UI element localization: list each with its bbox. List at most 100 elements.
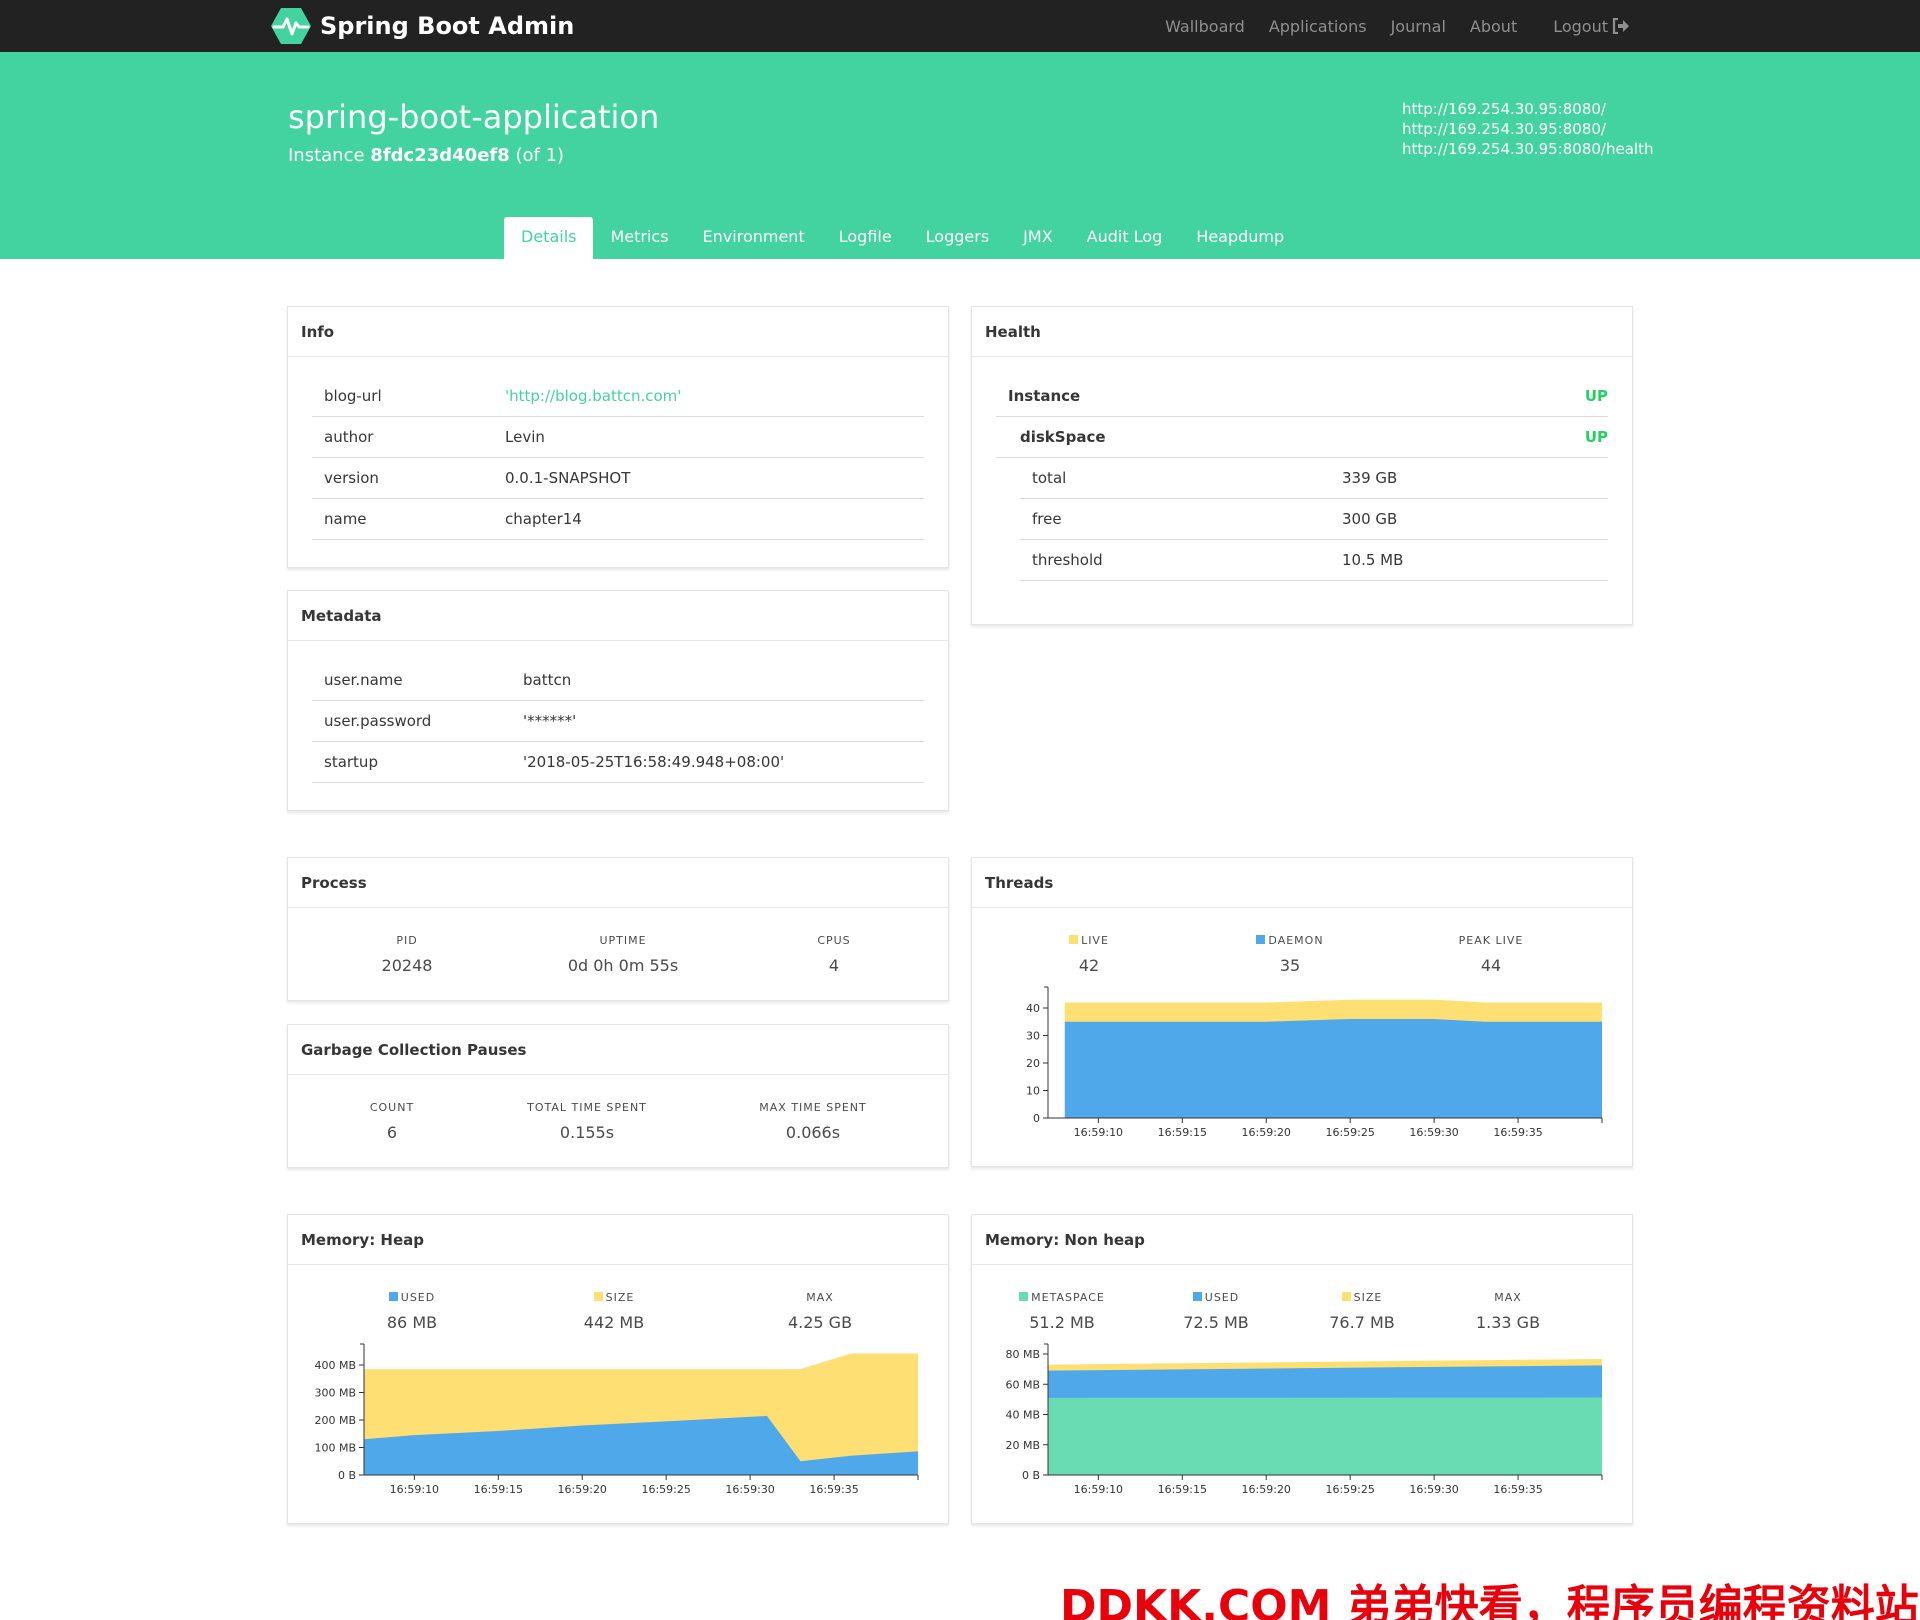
metadata-row: startup '2018-05-25T16:58:49.948+08:00'	[312, 742, 924, 783]
stat-value: 20248	[381, 956, 433, 975]
stat-value: 86 MB	[386, 1313, 438, 1332]
tab-environment[interactable]: Environment	[686, 217, 822, 259]
health-instance-row: Instance UP	[996, 376, 1608, 417]
nonheap-card: Memory: Non heap METASPACE 51.2 MB USED …	[971, 1214, 1633, 1524]
process-card-title: Process	[288, 858, 948, 908]
stat-value: 442 MB	[583, 1313, 645, 1332]
y-tick-label: 30	[1026, 1030, 1040, 1043]
stat-label: SIZE	[514, 1291, 714, 1304]
stat-value: 44	[1480, 956, 1502, 975]
x-tick-label: 16:59:15	[1158, 1126, 1207, 1139]
legend-daemon-label: DAEMON	[1268, 934, 1324, 947]
nonheap-card-title: Memory: Non heap	[972, 1215, 1632, 1265]
x-tick-label: 16:59:25	[1325, 1126, 1374, 1139]
health-detail-row: threshold 10.5 MB	[1020, 540, 1608, 581]
legend-swatch	[1256, 935, 1266, 944]
tab-metrics[interactable]: Metrics	[593, 217, 685, 259]
info-value: Levin	[505, 428, 545, 446]
management-url[interactable]: http://169.254.30.95:8080/	[1402, 119, 1653, 139]
stat-value: 4.25 GB	[787, 1313, 853, 1332]
y-tick-label: 60 MB	[1005, 1378, 1040, 1391]
nav-links: Wallboard Applications Journal About Log…	[1141, 0, 1630, 52]
legend-metaspace-label: METASPACE	[1031, 1291, 1105, 1304]
stat-value: 6	[386, 1123, 398, 1142]
heap-card-title: Memory: Heap	[288, 1215, 948, 1265]
metadata-card-title: Metadata	[288, 591, 948, 641]
tab-audit-log[interactable]: Audit Log	[1070, 217, 1180, 259]
nonheap-chart: 0 B 20 MB 40 MB 60 MB 80 MB 16:59:10 16:59:15 1…	[1005, 1343, 1603, 1496]
stat-value: 1.33 GB	[1475, 1313, 1541, 1332]
y-tick-label: 300 MB	[314, 1387, 356, 1400]
stat-label: MAX	[806, 1291, 834, 1304]
heap-card: Memory: Heap USED 86 MB SIZE 442 MB MAX …	[287, 1214, 949, 1524]
stat-value: 42	[1078, 956, 1100, 975]
logout-button[interactable]: Logout	[1553, 17, 1630, 36]
health-diskspace-row: diskSpace UP	[996, 417, 1608, 458]
x-tick-label: 16:59:20	[1242, 1483, 1291, 1496]
metadata-key: startup	[324, 753, 378, 771]
y-tick-label: 80 MB	[1005, 1348, 1040, 1361]
nav-applications[interactable]: Applications	[1269, 17, 1367, 36]
health-detail-value: 339 GB	[1342, 469, 1398, 487]
y-tick-label: 20	[1026, 1057, 1040, 1070]
stat-label: PID	[396, 934, 418, 947]
blog-url-link[interactable]: 'http://blog.battcn.com'	[505, 376, 681, 416]
y-tick-label: 400 MB	[314, 1359, 356, 1372]
service-url[interactable]: http://169.254.30.95:8080/	[1402, 99, 1653, 119]
nav-wallboard[interactable]: Wallboard	[1165, 17, 1245, 36]
brand[interactable]: Spring Boot Admin	[270, 0, 574, 52]
tab-heapdump[interactable]: Heapdump	[1179, 217, 1301, 259]
tab-loggers[interactable]: Loggers	[909, 217, 1007, 259]
info-key: blog-url	[324, 387, 382, 405]
metadata-key: user.password	[324, 712, 432, 730]
logout-label: Logout	[1553, 16, 1608, 36]
instance-urls: http://169.254.30.95:8080/ http://169.25…	[1402, 99, 1653, 159]
x-tick-label: 16:59:35	[809, 1483, 858, 1496]
application-name: spring-boot-application	[288, 98, 660, 136]
status-badge: UP	[1584, 428, 1608, 446]
stat-value: 35	[1279, 956, 1301, 975]
legend-size-label: SIZE	[1353, 1291, 1383, 1304]
info-value: chapter14	[505, 510, 582, 528]
health-detail-key: free	[1032, 510, 1062, 528]
series-area-metaspace	[1048, 1397, 1602, 1475]
info-card-title: Info	[288, 307, 948, 357]
gc-card-title: Garbage Collection Pauses	[288, 1025, 948, 1075]
metadata-value: '******'	[523, 712, 577, 730]
x-tick-label: 16:59:10	[390, 1483, 439, 1496]
legend-size-label: SIZE	[605, 1291, 635, 1304]
x-tick-label: 16:59:25	[1325, 1483, 1374, 1496]
tab-logfile[interactable]: Logfile	[822, 217, 909, 259]
metadata-row: user.name battcn	[312, 660, 924, 701]
top-navbar: Spring Boot Admin Wallboard Applications…	[0, 0, 1920, 52]
health-detail-row: free 300 GB	[1020, 499, 1608, 540]
info-row: version 0.0.1-SNAPSHOT	[312, 458, 924, 499]
x-tick-label: 16:59:35	[1493, 1126, 1542, 1139]
y-tick-label: 200 MB	[314, 1414, 356, 1427]
metadata-card: Metadata user.name battcn user.password …	[287, 590, 949, 811]
legend-swatch	[593, 1292, 603, 1301]
y-tick-label: 0 B	[338, 1469, 356, 1482]
x-tick-label: 16:59:30	[725, 1483, 774, 1496]
health-url[interactable]: http://169.254.30.95:8080/health	[1402, 139, 1653, 159]
application-header: spring-boot-application Instance 8fdc23d…	[0, 52, 1920, 259]
nav-journal[interactable]: Journal	[1391, 17, 1446, 36]
stat-label: LIVE	[989, 934, 1189, 947]
spring-boot-admin-logo-icon	[271, 8, 311, 44]
x-tick-label: 16:59:30	[1409, 1483, 1458, 1496]
health-detail-value: 300 GB	[1342, 510, 1398, 528]
stat-label: MAX TIME SPENT	[759, 1101, 867, 1114]
instance-line: Instance 8fdc23d40ef8 (of 1)	[288, 145, 564, 166]
x-tick-label: 16:59:30	[1409, 1126, 1458, 1139]
y-tick-label: 10	[1026, 1085, 1040, 1098]
stat-label: UPTIME	[599, 934, 647, 947]
tab-jmx[interactable]: JMX	[1006, 217, 1069, 259]
stat-value: 0.155s	[559, 1123, 615, 1142]
gc-stats: COUNT 6 TOTAL TIME SPENT 0.155s MAX TIME…	[288, 1075, 948, 1165]
nav-about[interactable]: About	[1470, 17, 1517, 36]
series-area-daemon	[1064, 1019, 1602, 1118]
metadata-value: '2018-05-25T16:58:49.948+08:00'	[523, 753, 785, 771]
instance-prefix: Instance	[288, 145, 365, 166]
tab-details[interactable]: Details	[504, 217, 594, 259]
threads-card-title: Threads	[972, 858, 1632, 908]
